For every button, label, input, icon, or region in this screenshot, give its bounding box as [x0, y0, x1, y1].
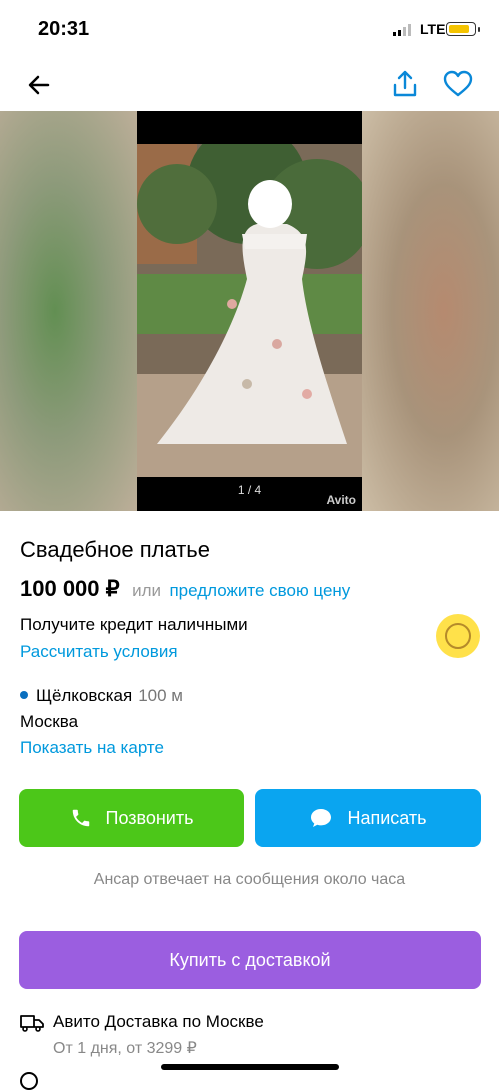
heart-icon[interactable] — [443, 70, 473, 98]
show-on-map-link[interactable]: Показать на карте — [20, 738, 164, 758]
metro-dot-icon — [20, 690, 28, 699]
calculate-terms-link[interactable]: Рассчитать условия — [20, 642, 178, 662]
status-bar: 20:31 LTE — [0, 0, 499, 60]
write-button[interactable]: Написать — [255, 789, 481, 847]
delivery-title: Авито Доставка по Москве — [53, 1012, 264, 1031]
reply-time-note: Ансар отвечает на сообщения около часа — [93, 871, 406, 888]
avito-watermark: Avito — [326, 493, 356, 507]
listing-title: Свадебное платье — [20, 537, 210, 562]
share-icon[interactable] — [390, 68, 420, 100]
offer-price-link[interactable]: предложите свою цену — [169, 581, 350, 600]
photo-gallery[interactable]: 1 / 4 Avito — [0, 111, 499, 511]
network-label: LTE — [420, 21, 446, 37]
call-button[interactable]: Позвонить — [19, 789, 244, 847]
battery-icon — [446, 22, 480, 36]
chat-bubble-icon — [311, 809, 332, 827]
write-label: Написать — [347, 807, 427, 828]
or-text: или — [132, 581, 162, 600]
dress-photo — [137, 144, 362, 477]
listing-photo[interactable]: 1 / 4 Avito — [137, 111, 362, 511]
bank-logo-icon[interactable] — [436, 614, 480, 658]
info-circle-icon — [20, 1072, 38, 1090]
phone-icon — [72, 809, 89, 827]
metro-distance: 100 м — [138, 686, 183, 705]
truck-icon — [20, 1015, 44, 1032]
signal-icon — [393, 24, 411, 36]
city: Москва — [20, 712, 79, 731]
metro-name: Щёлковская — [36, 686, 133, 705]
buy-with-delivery-button[interactable]: Купить с доставкой — [19, 931, 481, 989]
photo-blur-left — [0, 111, 137, 511]
price: 100 000 ₽ — [20, 576, 120, 601]
status-time: 20:31 — [38, 18, 90, 40]
delivery-subtitle: От 1 дня, от 3299 ₽ — [53, 1040, 197, 1057]
top-nav — [0, 62, 499, 108]
arrow-left-icon[interactable] — [24, 70, 54, 100]
photo-blur-right — [362, 111, 499, 511]
credit-text: Получите кредит наличными — [20, 615, 248, 634]
price-row: 100 000 ₽ или предложите свою цену — [20, 576, 350, 602]
call-label: Позвонить — [105, 807, 194, 828]
metro-station: Щёлковская 100 м — [20, 686, 183, 706]
home-indicator — [161, 1064, 339, 1070]
